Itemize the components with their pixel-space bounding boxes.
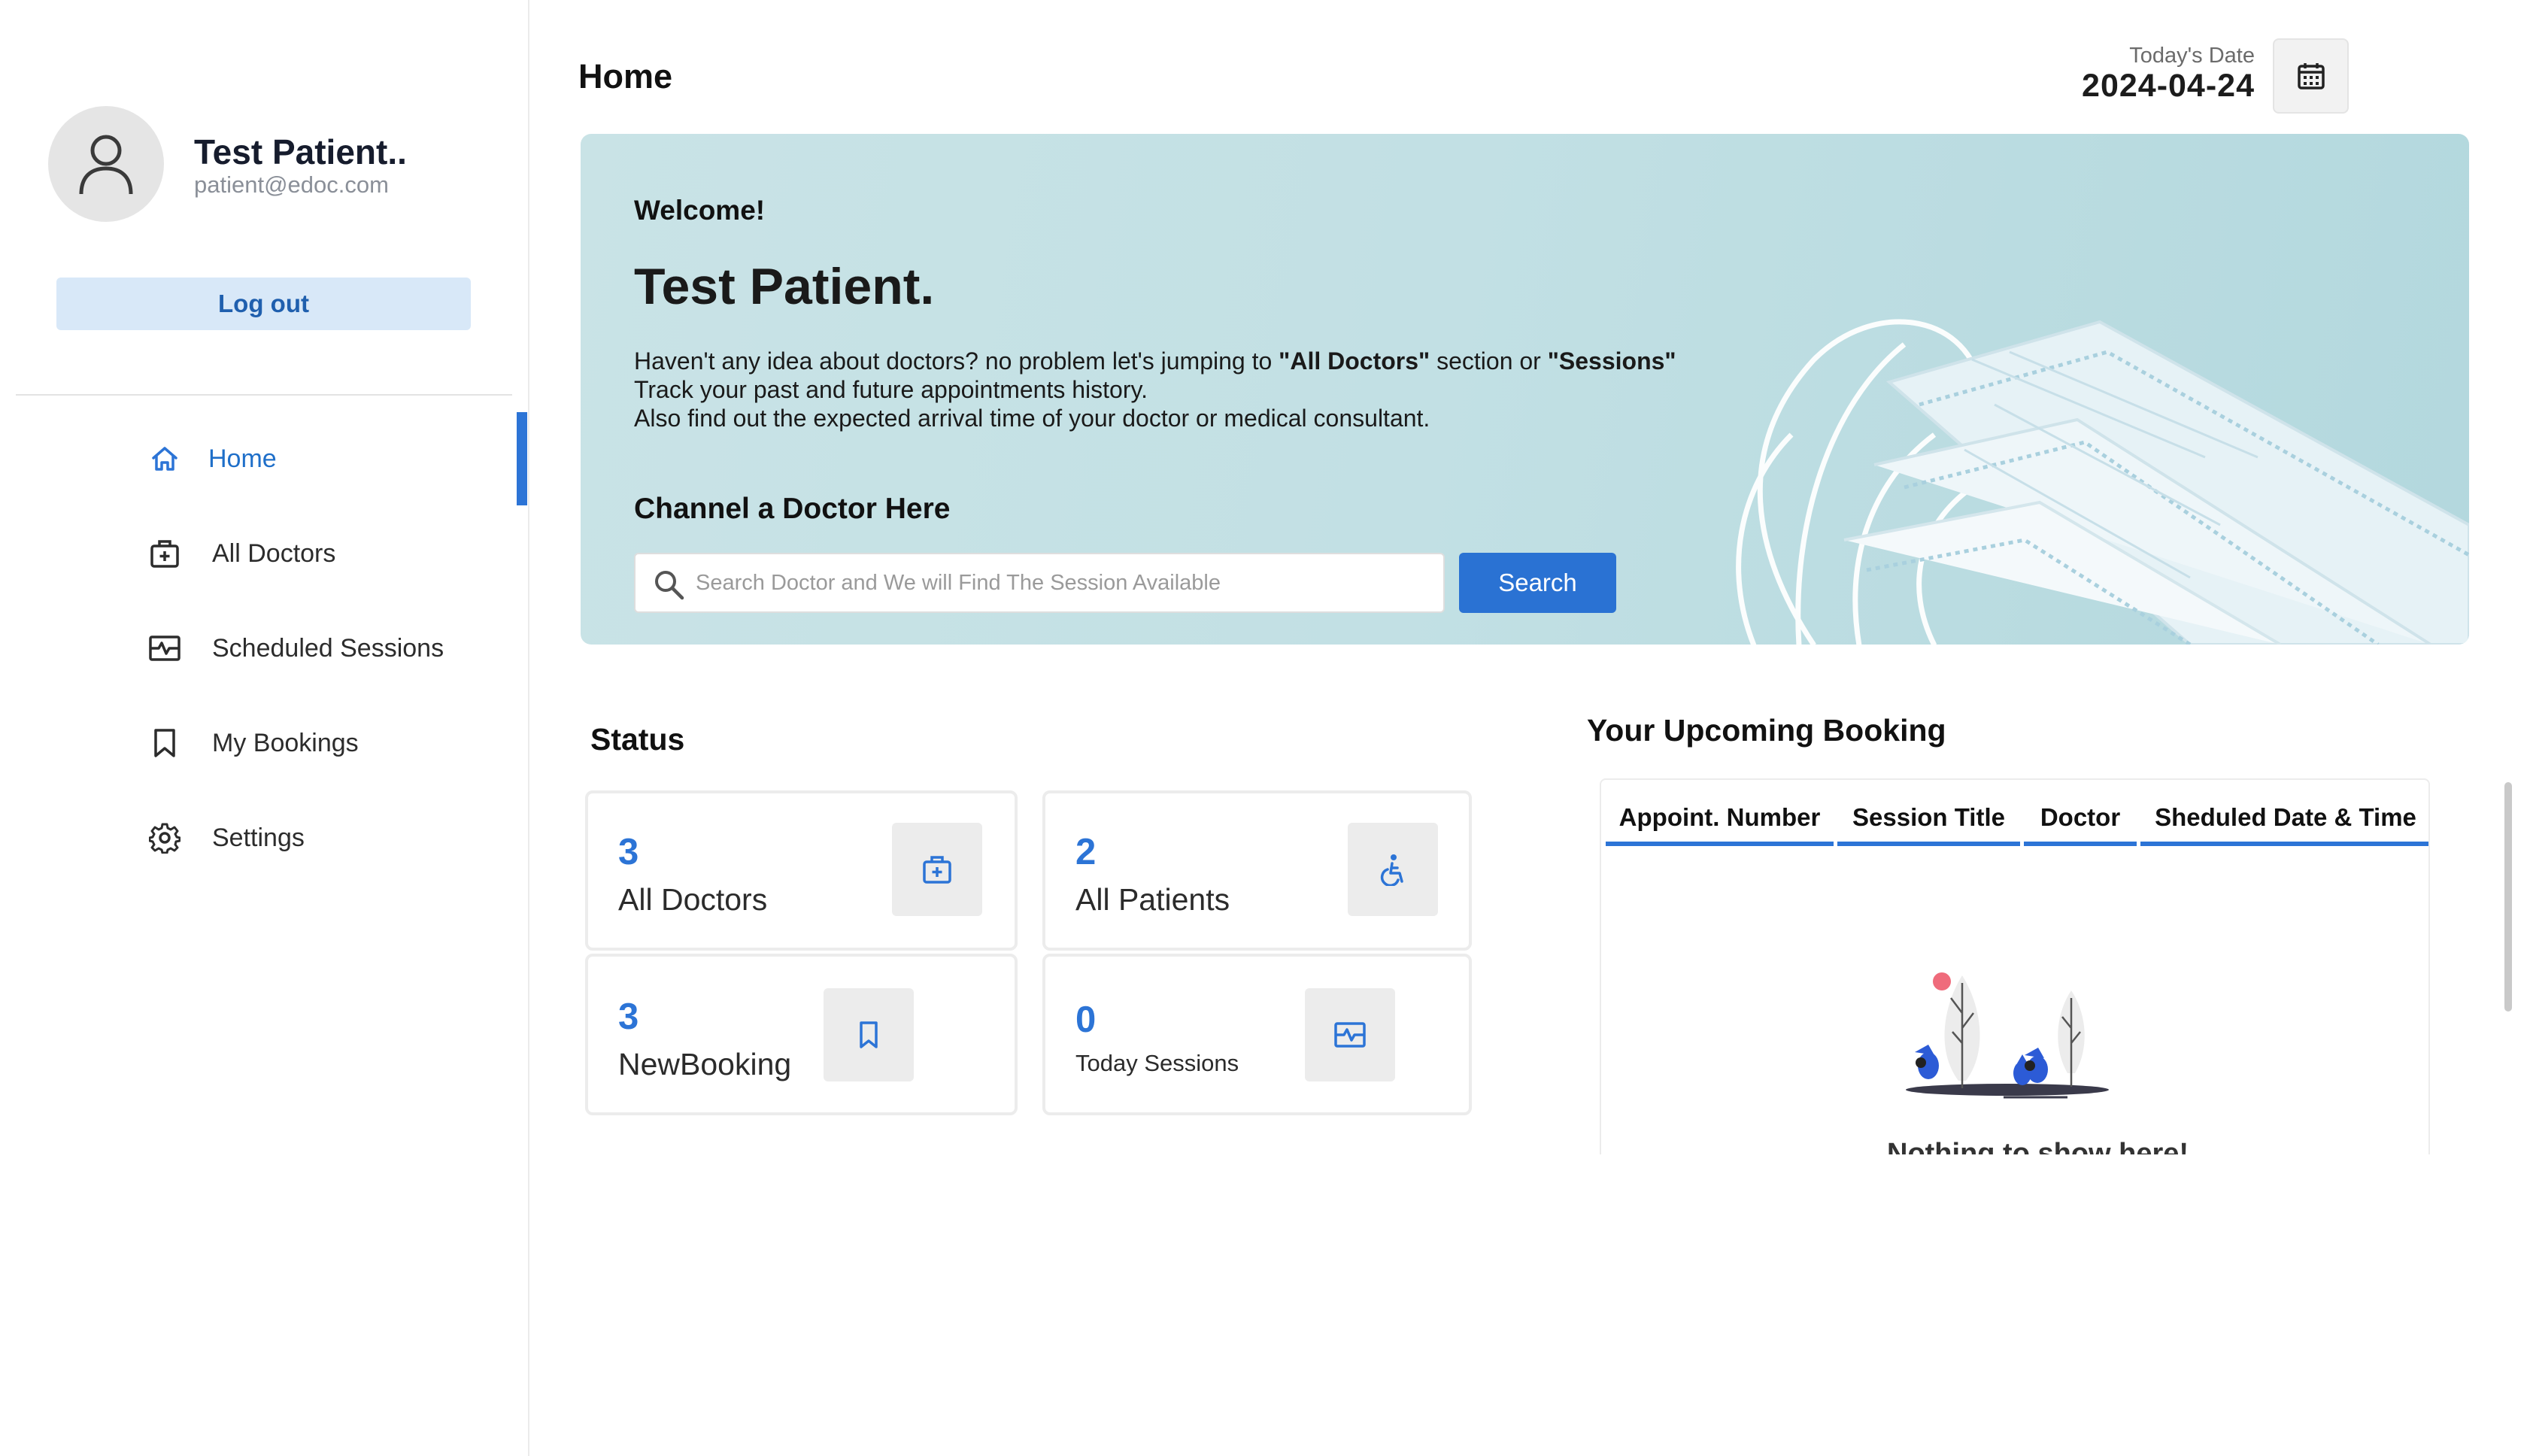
doctor-search-field[interactable] [634, 553, 1445, 613]
sidebar-item-home[interactable]: Home [0, 411, 529, 506]
welcome-label: Welcome! [634, 195, 766, 226]
welcome-description: Haven't any idea about doctors? no probl… [634, 347, 1762, 432]
card-label: Today Sessions [1075, 1050, 1239, 1076]
column-header-session-title: Session Title [1837, 793, 2020, 846]
sidebar-item-all-doctors[interactable]: All Doctors [0, 506, 529, 601]
column-header-appoint-number: Appoint. Number [1606, 793, 1834, 846]
sidebar-item-scheduled-sessions[interactable]: Scheduled Sessions [0, 601, 529, 696]
column-header-doctor: Doctor [2024, 793, 2137, 846]
upcoming-booking-table: Appoint. Number Session Title Doctor She… [1600, 778, 2430, 1154]
search-input[interactable] [696, 554, 1433, 611]
gear-icon [146, 819, 184, 857]
sidebar-item-label: Settings [212, 823, 305, 852]
status-card-today-sessions: 0 Today Sessions [1042, 954, 1472, 1115]
sidebar-divider [16, 394, 512, 396]
all-doctors-mention: "All Doctors" [1279, 347, 1430, 375]
search-button[interactable]: Search [1459, 553, 1616, 613]
card-value: 3 [618, 832, 639, 872]
card-label: All Patients [1075, 882, 1230, 917]
search-icon [655, 571, 684, 600]
empty-state-text: Nothing to show here! [1887, 1138, 2189, 1154]
status-card-new-booking: 3 NewBooking [585, 954, 1018, 1115]
description-text: Haven't any idea about doctors? no probl… [634, 347, 1279, 375]
doctor-bag-icon [146, 535, 184, 572]
description-text: section or [1430, 347, 1548, 375]
card-label: All Doctors [618, 882, 768, 917]
home-icon [146, 440, 184, 478]
sidebar: Test Patient.. patient@edoc.com Log out … [0, 0, 529, 1456]
calendar-button[interactable] [2273, 38, 2349, 114]
status-heading: Status [590, 722, 685, 757]
status-card-all-patients: 2 All Patients [1042, 790, 1472, 951]
page-scrollbar-thumb[interactable] [2504, 782, 2512, 1012]
sidebar-item-my-bookings[interactable]: My Bookings [0, 696, 529, 790]
patient-name-heading: Test Patient. [634, 258, 935, 315]
card-label: NewBooking [618, 1047, 792, 1081]
column-header-scheduled-date-time: Sheduled Date & Time [2140, 793, 2428, 846]
date-value: 2024-04-24 [2082, 68, 2255, 104]
session-icon [146, 629, 184, 667]
doctor-bag-icon [892, 823, 982, 916]
sidebar-item-label: My Bookings [212, 728, 359, 757]
profile-email: patient@edoc.com [194, 171, 389, 198]
calendar-icon [2297, 63, 2325, 89]
card-value: 3 [618, 996, 639, 1037]
bookmark-icon [824, 988, 914, 1081]
card-value: 0 [1075, 999, 1097, 1040]
page-title: Home [578, 57, 673, 96]
channel-doctor-heading: Channel a Doctor Here [634, 493, 951, 525]
upcoming-booking-heading: Your Upcoming Booking [1587, 713, 1946, 748]
date-caption: Today's Date [2129, 44, 2255, 68]
sidebar-item-label: All Doctors [212, 538, 336, 568]
description-line-3: Also find out the expected arrival time … [634, 405, 1430, 432]
sidebar-item-label: Home [208, 444, 277, 473]
sidebar-item-label: Scheduled Sessions [212, 633, 444, 663]
description-line-2: Track your past and future appointments … [634, 376, 1148, 403]
user-icon [79, 135, 133, 195]
wheelchair-icon [1348, 823, 1438, 916]
avatar [48, 106, 164, 222]
sessions-mention: "Sessions" [1547, 347, 1676, 375]
active-nav-indicator [517, 412, 527, 505]
sidebar-item-settings[interactable]: Settings [0, 790, 529, 885]
status-card-all-doctors: 3 All Doctors [585, 790, 1018, 951]
session-icon [1305, 988, 1395, 1081]
logout-button[interactable]: Log out [56, 278, 471, 330]
card-value: 2 [1075, 832, 1097, 872]
bookmark-icon [146, 724, 184, 762]
profile-name: Test Patient.. [194, 132, 407, 171]
empty-state-illustration [1906, 972, 2109, 1099]
